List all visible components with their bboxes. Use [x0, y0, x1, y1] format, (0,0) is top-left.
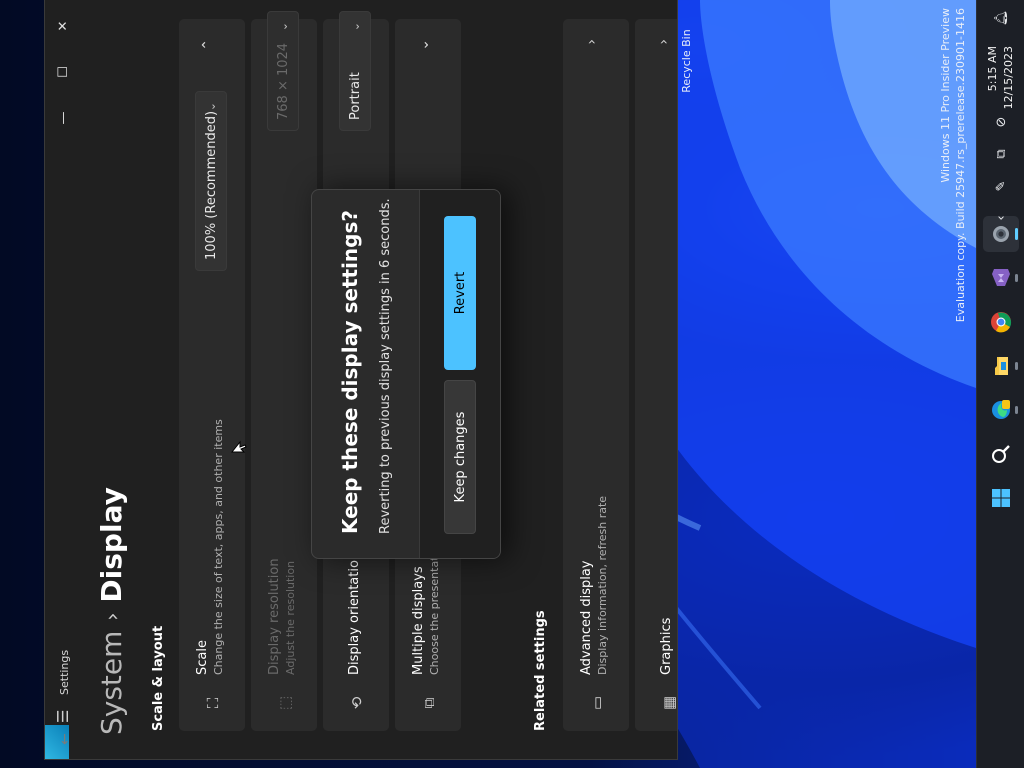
resolution-value: 768 × 1024 [275, 42, 291, 120]
chevron-down-icon: ⌄ [348, 22, 362, 32]
multiple-displays-icon: ⧉ [420, 697, 438, 709]
visual-studio-taskbar-button[interactable] [983, 260, 1019, 296]
breadcrumb: System › Display [95, 487, 128, 735]
scale-subtitle: Change the size of text, apps, and other… [212, 419, 225, 675]
scale-icon: ⛶ [204, 697, 222, 709]
app-title: Settings [58, 649, 71, 695]
title-bar: ← ☰ Settings — ☐ ✕ [44, 0, 85, 760]
revert-button[interactable]: Revert [444, 216, 476, 370]
dialog-title: Keep these display settings? [338, 210, 362, 534]
chrome-taskbar-button[interactable] [983, 304, 1019, 340]
breadcrumb-system[interactable]: System [95, 631, 128, 735]
graphics-title: Graphics [659, 617, 674, 675]
clock-time: 5:15 AM [986, 46, 999, 92]
advanced-display-subtitle: Display information, refresh rate [596, 495, 609, 675]
pen-icon[interactable]: ✎ [991, 176, 1011, 196]
evaluation-watermark: Windows 11 Pro Insider Preview Evaluatio… [938, 8, 968, 322]
chevron-up-icon[interactable]: ⌃ [200, 39, 216, 51]
scale-value: 100% (Recommended) [203, 110, 219, 260]
dialog-footer: Keep changes Revert [419, 190, 500, 558]
graphics-icon: ▦ [660, 695, 678, 711]
scale-card[interactable]: ⛶ Scale Change the size of text, apps, a… [179, 19, 245, 731]
windows-logo-icon [992, 489, 1010, 507]
section-heading-scale-layout: Scale & layout [151, 625, 166, 731]
resolution-title: Display resolution [267, 558, 282, 675]
dialog-message: Reverting to previous display settings i… [378, 198, 393, 534]
chrome-icon [991, 312, 1012, 333]
resolution-dropdown[interactable]: 768 × 1024 ⌄ [267, 11, 299, 131]
running-indicator [1015, 228, 1018, 240]
orientation-title: Display orientation [347, 551, 362, 675]
orientation-icon: ⟲ [348, 696, 366, 710]
back-arrow-icon[interactable]: ← [57, 733, 73, 745]
search-icon [992, 445, 1010, 463]
settings-window: ← ☰ Settings — ☐ ✕ System › Display Scal… [44, 0, 678, 760]
search-button[interactable] [983, 436, 1019, 472]
chevron-down-icon: ⌄ [204, 102, 218, 112]
network-disconnected-icon[interactable]: ⊘ [991, 112, 1011, 132]
chevron-down-icon[interactable]: ⌄ [416, 39, 432, 51]
system-clock[interactable]: 5:15 AM 12/15/2023 [985, 46, 1017, 109]
page-title: Display [95, 487, 128, 603]
resolution-icon: ⬚ [276, 695, 294, 711]
start-button[interactable] [983, 480, 1019, 516]
minimize-button[interactable]: — [45, 95, 81, 141]
clock-date: 12/15/2023 [1002, 46, 1015, 110]
taskbar: ‹ ✎ ⧉ ⊘ 5:15 AM 12/15/2023 🔔︎ [976, 0, 1024, 768]
visual-studio-icon [992, 269, 1010, 286]
running-indicator [1015, 274, 1018, 282]
hamburger-menu-icon[interactable]: ☰ [54, 710, 72, 723]
rotated-screen: Recycle Bin Windows 11 Pro Insider Previ… [0, 0, 1024, 768]
graphics-card[interactable]: ▦ Graphics › [635, 19, 678, 731]
keep-changes-button[interactable]: Keep changes [444, 380, 476, 534]
scale-title: Scale [195, 640, 210, 675]
advanced-display-title: Advanced display [579, 560, 594, 675]
folder-icon [995, 357, 1008, 375]
resolution-subtitle: Adjust the resolution [284, 560, 297, 675]
close-button[interactable]: ✕ [45, 3, 81, 49]
chevron-right-icon: › [99, 612, 124, 621]
orientation-value: Portrait [347, 72, 363, 120]
watermark-line2: Evaluation copy. Build 25947.rs_prerelea… [954, 8, 967, 323]
chevron-right-icon[interactable]: › [656, 39, 672, 45]
multiple-displays-title: Multiple displays [411, 566, 426, 675]
chevron-down-icon: ⌄ [276, 22, 290, 32]
display-resolution-card[interactable]: ⬚ Display resolution Adjust the resoluti… [251, 11, 317, 731]
mouse-cursor-icon [231, 440, 247, 453]
chevron-right-icon[interactable]: › [584, 39, 600, 45]
copy-icon[interactable]: ⧉ [991, 144, 1011, 164]
orientation-dropdown[interactable]: Portrait ⌄ [339, 11, 371, 131]
keep-display-settings-dialog: Keep these display settings? Reverting t… [311, 189, 501, 559]
watermark-line1: Windows 11 Pro Insider Preview [939, 8, 952, 183]
recycle-bin-label[interactable]: Recycle Bin [680, 26, 693, 96]
edge-beta-taskbar-button[interactable] [983, 392, 1019, 428]
maximize-button[interactable]: ☐ [45, 49, 81, 95]
running-indicator [1015, 406, 1018, 414]
file-explorer-taskbar-button[interactable] [983, 348, 1019, 384]
section-heading-related: Related settings [533, 610, 548, 731]
edge-beta-icon [992, 400, 1010, 419]
multiple-displays-subtitle: Choose the presentat [428, 556, 441, 675]
running-indicator [1015, 362, 1018, 370]
scale-dropdown[interactable]: 100% (Recommended) ⌄ [195, 91, 227, 271]
chevron-up-icon[interactable]: ‹ [991, 208, 1011, 228]
notification-bell-icon[interactable]: 🔔︎ [991, 8, 1011, 28]
advanced-display-card[interactable]: ▭ Advanced display Display information, … [563, 19, 629, 731]
monitor-icon: ▭ [588, 695, 606, 711]
